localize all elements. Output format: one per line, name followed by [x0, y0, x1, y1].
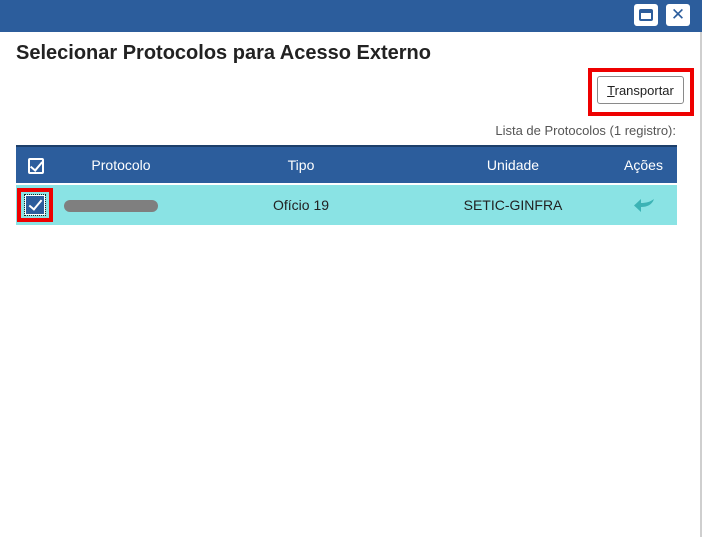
- select-all-checkbox-icon[interactable]: [28, 157, 44, 174]
- title-bar: ✕: [0, 0, 702, 32]
- close-button[interactable]: ✕: [666, 4, 690, 26]
- transport-label: ransportar: [614, 82, 674, 98]
- column-header-unidade: Unidade: [486, 157, 540, 173]
- acoes-cell: [610, 184, 677, 225]
- tipo-cell: Ofício 19: [272, 197, 330, 213]
- page-title: Selecionar Protocolos para Acesso Extern…: [16, 42, 431, 64]
- maximize-button[interactable]: [634, 4, 658, 26]
- unidade-cell[interactable]: SETIC-GINFRA: [416, 184, 610, 225]
- protocolo-cell: [56, 184, 186, 225]
- maximize-icon: [639, 9, 653, 21]
- protocols-table: Protocolo Tipo Unidade Ações Ofício 19 S…: [16, 145, 677, 225]
- table-header-row: Protocolo Tipo Unidade Ações: [16, 146, 677, 184]
- transport-button[interactable]: Transportar: [597, 76, 684, 104]
- row-select-cell: [16, 184, 56, 225]
- header-select-all[interactable]: [16, 146, 56, 184]
- row-checkbox[interactable]: [24, 194, 46, 216]
- dialog-window: ✕ Selecionar Protocolos para Acesso Exte…: [0, 0, 702, 537]
- column-header-acoes: Ações: [624, 157, 663, 173]
- column-header-tipo: Tipo: [287, 157, 315, 173]
- transport-arrow-icon[interactable]: [633, 198, 655, 214]
- transport-access-key: T: [607, 82, 615, 98]
- close-icon: ✕: [670, 5, 686, 25]
- list-caption: Lista de Protocolos (1 registro):: [495, 123, 676, 138]
- column-header-protocolo: Protocolo: [91, 157, 151, 173]
- row-checkbox-wrapper[interactable]: [17, 188, 53, 222]
- redacted-protocol-number: [64, 200, 158, 213]
- table-row[interactable]: Ofício 19 SETIC-GINFRA: [16, 184, 677, 225]
